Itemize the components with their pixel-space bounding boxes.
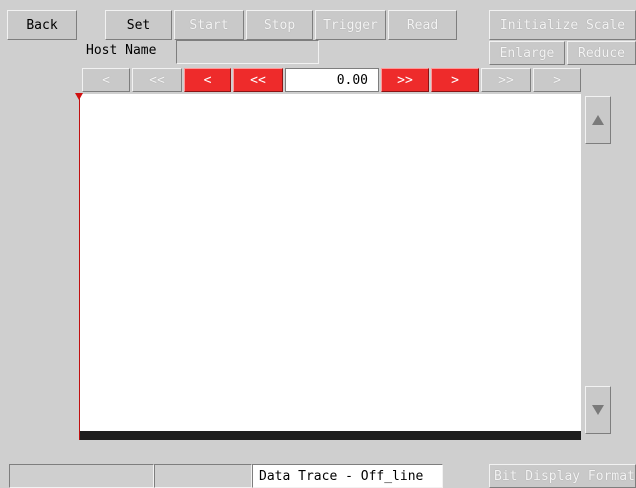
set-button[interactable]: Set — [105, 10, 172, 40]
cursor-marker-icon — [75, 93, 83, 100]
cursor-left-button[interactable]: < — [184, 68, 231, 92]
status-cell-2 — [154, 464, 252, 488]
status-cell-1 — [9, 464, 154, 488]
host-name-label: Host Name — [86, 43, 157, 58]
bit-display-format-button[interactable]: Bit Display Format — [489, 464, 636, 488]
back-button[interactable]: Back — [7, 10, 77, 40]
stop-button[interactable]: Stop — [246, 10, 313, 40]
cursor-left-fast-button[interactable]: << — [233, 68, 283, 92]
initialize-scale-button[interactable]: Initialize Scale — [489, 10, 636, 40]
host-name-field[interactable] — [176, 40, 319, 64]
enlarge-button[interactable]: Enlarge — [489, 41, 565, 65]
trigger-button[interactable]: Trigger — [315, 10, 386, 40]
triangle-up-icon — [592, 115, 604, 125]
cursor-position-value: 0.00 — [285, 68, 379, 92]
read-button[interactable]: Read — [388, 10, 457, 40]
scroll-up-button[interactable] — [585, 96, 611, 144]
trace-axis-bar — [80, 431, 581, 440]
reduce-button[interactable]: Reduce — [567, 41, 636, 65]
cursor-right-fast-button[interactable]: >> — [381, 68, 429, 92]
status-mode: Data Trace - Off_line — [252, 464, 443, 488]
scroll-left-button[interactable]: < — [82, 68, 130, 92]
scroll-right-fast-button[interactable]: >> — [481, 68, 531, 92]
scroll-right-button[interactable]: > — [533, 68, 581, 92]
triangle-down-icon — [592, 405, 604, 415]
scroll-down-button[interactable] — [585, 386, 611, 434]
cursor-right-button[interactable]: > — [431, 68, 479, 92]
start-button[interactable]: Start — [174, 10, 244, 40]
trace-plot-area[interactable] — [75, 93, 581, 440]
scroll-left-fast-button[interactable]: << — [132, 68, 182, 92]
